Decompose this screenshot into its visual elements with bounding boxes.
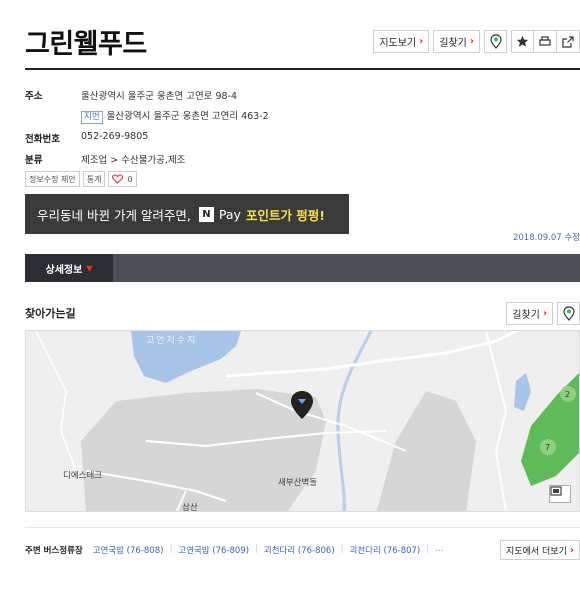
bus-stops-label: 주변 버스정류장 — [25, 546, 83, 556]
separator: | — [169, 544, 173, 554]
address-value: 울산광역시 울주군 웅촌면 고연로 98-4 지번 울산광역시 울주군 웅촌면 고… — [81, 88, 269, 124]
print-button[interactable] — [534, 30, 557, 53]
map-location-button[interactable] — [557, 302, 580, 325]
suggest-edit-button[interactable]: 정보수정 제안 — [25, 171, 80, 187]
npay-logo-icon: N — [198, 206, 214, 222]
header-toolbar: 지도보기 › 길찾기 › — [373, 30, 580, 53]
map-directions-button[interactable]: 길찾기 › — [506, 302, 553, 325]
jibun-badge: 지번 — [81, 111, 103, 124]
banner-text: 우리동네 바뀐 가게 알려주면, — [37, 207, 191, 223]
jibun-address: 울산광역시 울주군 웅촌면 고연리 463-2 — [106, 111, 269, 122]
place-header: 그린웰푸드 지도보기 › 길찾기 › — [25, 18, 580, 70]
share-button[interactable] — [557, 30, 580, 53]
separator: | — [255, 544, 258, 554]
npay-label: Pay — [218, 206, 241, 222]
directions-button[interactable]: 길찾기 › — [433, 30, 480, 53]
chevron-right-icon: › — [419, 36, 424, 47]
updated-date: 2018.09.07 수정 — [512, 233, 580, 243]
separator: | — [426, 544, 430, 554]
section-title-directions: 찾아가는길 — [25, 307, 76, 320]
address-row: 주소 울산광역시 울주군 웅촌면 고연로 98-4 지번 울산광역시 울주군 웅촌… — [25, 88, 269, 124]
road-address: 울산광역시 울주군 웅촌면 고연로 98-4 — [81, 91, 237, 102]
bus-stop-link[interactable]: 괴천다리 (76-807) — [350, 544, 421, 556]
bus-stop-list: 고연국밥 (76-808) | 고연국밥 (76-809) | 괴천다리 (76-8… — [93, 544, 500, 556]
page-title: 그린웰푸드 — [25, 29, 147, 60]
bus-stop-link[interactable]: 고연국밥 (76-809) — [178, 544, 249, 556]
jibun-address-line: 지번 울산광역시 울주군 웅촌면 고연리 463-2 — [81, 108, 269, 124]
tab-label: 상세정보 — [45, 264, 83, 276]
heart-icon — [112, 174, 124, 184]
tab-bar: 상세정보 ▼ — [25, 254, 580, 282]
phone-label: 전화번호 — [25, 134, 60, 145]
like-count: 0 — [127, 174, 133, 184]
category-label: 분류 — [25, 155, 43, 166]
directions-label: 길찾기 — [439, 38, 467, 49]
phone-value: 052-269-9805 — [81, 131, 149, 142]
favorite-button[interactable] — [511, 30, 534, 53]
map-label-mountain: 삼산 — [182, 503, 198, 512]
info-actions: 정보수정 제안 통계 0 — [25, 171, 137, 187]
nearby-bus-stops: 주변 버스정류장 고연국밥 (76-808) | 고연국밥 (76-809) | 괴… — [25, 527, 580, 560]
chevron-right-icon: › — [469, 36, 474, 47]
chevron-right-icon: › — [569, 544, 574, 556]
address-label: 주소 — [25, 91, 43, 102]
directions-label: 길찾기 — [512, 310, 540, 321]
tab-detail-info[interactable]: 상세정보 ▼ — [25, 254, 113, 282]
phone-row: 전화번호 052-269-9805 — [25, 131, 269, 145]
location-map[interactable]: 2 7 고연저수지 디에스테크 새부산벽돌 삼산 — [25, 330, 580, 512]
map-label-reservoir: 고연저수지 — [146, 336, 198, 346]
map-expand-button[interactable] — [549, 485, 571, 503]
chevron-right-icon: › — [542, 308, 547, 319]
map-label-company2: 새부산벽돌 — [278, 478, 318, 488]
banner-highlight: 포인트가 펑펑! — [245, 207, 326, 223]
location-pin-icon — [562, 306, 575, 321]
category-value: 제조업 > 수산물가공,제조 — [81, 155, 186, 166]
expand-icon — [550, 486, 562, 496]
category-row: 분류 제조업 > 수산물가공,제조 — [25, 152, 269, 166]
map-view-label: 지도보기 — [379, 38, 417, 49]
separator: | — [340, 544, 344, 554]
action-icon-group — [511, 30, 580, 53]
share-icon — [562, 35, 574, 48]
star-icon — [516, 35, 529, 47]
golf-mark: 7 — [545, 443, 550, 452]
bus-stop-link[interactable]: 고연국밥 (76-808) — [93, 544, 164, 556]
npay-promo-banner[interactable]: 우리동네 바뀐 가게 알려주면, N Pay 포인트가 펑펑! — [25, 194, 349, 234]
bus-stop-link[interactable]: 괴천다리 (76-806) — [264, 544, 335, 556]
map-more-label: 지도에서 더보기 — [506, 546, 567, 557]
map-view-button[interactable]: 지도보기 › — [373, 30, 430, 53]
print-icon — [539, 36, 551, 46]
stats-button[interactable]: 통계 — [82, 171, 106, 187]
map-more-button[interactable]: 지도에서 더보기 › — [500, 540, 580, 560]
caret-down-icon: ▼ — [86, 263, 93, 273]
golf-mark: 2 — [565, 390, 570, 399]
like-button[interactable]: 0 — [108, 171, 137, 187]
place-info: 주소 울산광역시 울주군 웅촌면 고연로 98-4 지번 울산광역시 울주군 웅촌… — [25, 88, 269, 173]
location-pin-icon — [489, 34, 502, 49]
location-pin-button[interactable] — [484, 30, 507, 53]
map-label-company1: 디에스테크 — [63, 471, 103, 481]
bus-stop-more: ... — [435, 544, 444, 554]
section-tools: 길찾기 › — [506, 302, 580, 325]
